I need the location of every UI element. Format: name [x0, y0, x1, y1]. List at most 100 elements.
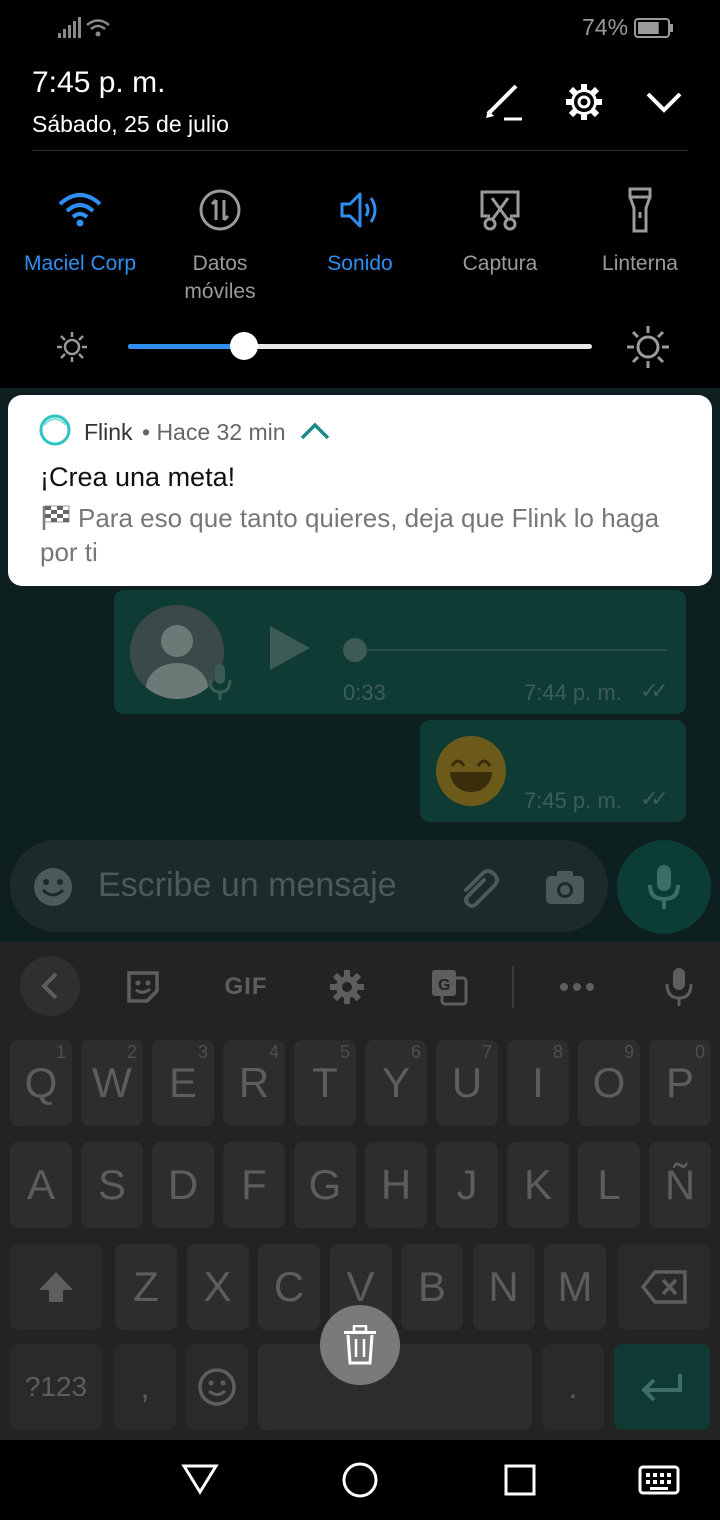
- key-b[interactable]: B: [401, 1244, 463, 1330]
- gif-button[interactable]: GIF: [218, 964, 274, 1010]
- signal-wifi-status-icon: [58, 17, 110, 38]
- more-options-button[interactable]: [552, 964, 602, 1010]
- emoji-icon[interactable]: [32, 866, 74, 908]
- chevron-up-icon[interactable]: [298, 421, 332, 441]
- brightness-low-icon: [57, 332, 87, 362]
- home-circle-icon[interactable]: [340, 1460, 380, 1500]
- voice-typing-button[interactable]: [654, 964, 704, 1010]
- edit-icon[interactable]: [484, 82, 524, 122]
- tile-label: Sonido: [327, 252, 393, 275]
- key-l[interactable]: L: [578, 1142, 640, 1228]
- key-hint-number: 1: [55, 1042, 66, 1062]
- enter-key[interactable]: [614, 1344, 710, 1430]
- shade-divider: [32, 150, 688, 151]
- trash-icon: [344, 1325, 376, 1365]
- key-a[interactable]: A: [10, 1142, 72, 1228]
- period-key[interactable]: .: [542, 1344, 604, 1430]
- key-x[interactable]: X: [186, 1244, 249, 1330]
- translate-button[interactable]: G: [424, 964, 474, 1010]
- navigation-bar: [0, 1440, 720, 1520]
- key-q[interactable]: Q1: [10, 1040, 72, 1126]
- key-e[interactable]: E3: [152, 1040, 214, 1126]
- record-voice-button[interactable]: [617, 840, 711, 934]
- more-dots-icon: [560, 983, 594, 991]
- voice-duration: 0:33: [343, 680, 386, 705]
- key-d[interactable]: D: [152, 1142, 214, 1228]
- shift-arrow-icon: [39, 1272, 73, 1302]
- key-z[interactable]: Z: [115, 1244, 177, 1330]
- key-h[interactable]: H: [365, 1142, 427, 1228]
- mic-icon: [208, 664, 232, 700]
- backspace-key[interactable]: [618, 1244, 710, 1330]
- translate-icon: G: [432, 970, 468, 1006]
- key-k[interactable]: K: [507, 1142, 569, 1228]
- audio-seek-thumb[interactable]: [343, 638, 367, 662]
- key-j[interactable]: J: [436, 1142, 498, 1228]
- camera-icon[interactable]: [542, 864, 588, 910]
- voice-timestamp: 7:44 p. m.: [524, 680, 622, 705]
- keyboard-switch-icon[interactable]: [638, 1460, 680, 1500]
- audio-seek-track[interactable]: [367, 649, 667, 651]
- key-label: Y: [381, 1059, 410, 1106]
- key-ñ[interactable]: Ñ: [649, 1142, 711, 1228]
- symbols-key[interactable]: ?123: [10, 1344, 102, 1430]
- tile-screenshot[interactable]: Captura: [430, 186, 570, 278]
- tile-wifi[interactable]: Maciel Corp: [10, 186, 150, 278]
- key-label: E: [168, 1059, 197, 1106]
- tile-flashlight[interactable]: Linterna: [570, 186, 710, 278]
- key-t[interactable]: T5: [294, 1040, 356, 1126]
- shift-key[interactable]: [10, 1244, 102, 1330]
- key-r[interactable]: R4: [223, 1040, 285, 1126]
- brightness-slider[interactable]: [128, 332, 592, 360]
- flink-app-icon: [39, 414, 71, 446]
- key-p[interactable]: P0: [649, 1040, 711, 1126]
- key-o[interactable]: O9: [578, 1040, 640, 1126]
- expand-icon[interactable]: [644, 82, 684, 122]
- notification-body: Para eso que tanto quieres, deja que Fli…: [40, 501, 680, 569]
- tile-label: Linterna: [602, 252, 678, 275]
- sticker-button[interactable]: [118, 964, 168, 1010]
- key-f[interactable]: F: [223, 1142, 285, 1228]
- keyboard-settings-button[interactable]: [322, 964, 372, 1010]
- screenshot-icon: [480, 190, 520, 231]
- play-icon[interactable]: [268, 624, 312, 672]
- key-hint-number: 2: [126, 1042, 137, 1062]
- key-w[interactable]: W2: [81, 1040, 143, 1126]
- key-g[interactable]: G: [294, 1142, 356, 1228]
- back-triangle-icon[interactable]: [180, 1460, 220, 1500]
- settings-icon[interactable]: [564, 82, 604, 122]
- message-input[interactable]: Escribe un mensaje: [98, 866, 397, 905]
- brightness-thumb[interactable]: [230, 332, 258, 360]
- key-i[interactable]: I8: [507, 1040, 569, 1126]
- key-c[interactable]: C: [258, 1244, 320, 1330]
- key-n[interactable]: N: [472, 1244, 535, 1330]
- gif-label: GIF: [224, 973, 268, 1000]
- read-checks-icon: ✓✓: [640, 678, 669, 703]
- key-label: O: [592, 1059, 626, 1106]
- attach-icon[interactable]: [456, 864, 502, 910]
- notification-time: • Hace 32 min: [142, 419, 286, 445]
- recents-square-icon[interactable]: [500, 1460, 540, 1500]
- key-y[interactable]: Y6: [365, 1040, 427, 1126]
- key-hint-number: 9: [623, 1042, 634, 1062]
- key-u[interactable]: U7: [436, 1040, 498, 1126]
- key-label: I: [532, 1059, 544, 1106]
- delete-notification-button[interactable]: [320, 1305, 400, 1385]
- key-m[interactable]: M: [544, 1244, 606, 1330]
- mobile-data-icon: [199, 189, 241, 231]
- tile-mobile-data[interactable]: Datos móviles: [150, 186, 290, 306]
- notification-app-name: Flink: [84, 419, 133, 445]
- flink-notification[interactable]: Flink • Hace 32 min ¡Crea una meta! Para…: [8, 395, 712, 586]
- key-hint-number: 4: [268, 1042, 279, 1062]
- key-label: U: [451, 1059, 483, 1106]
- tile-label: Maciel Corp: [23, 252, 137, 275]
- tile-label: Captura: [462, 252, 538, 275]
- message-composer[interactable]: Escribe un mensaje: [10, 840, 608, 932]
- emoji-timestamp: 7:45 p. m.: [524, 788, 622, 813]
- key-s[interactable]: S: [81, 1142, 143, 1228]
- flashlight-icon: [628, 187, 652, 233]
- tile-label: Datos móviles: [184, 252, 256, 303]
- comma-key[interactable]: ,: [114, 1344, 176, 1430]
- tile-sound[interactable]: Sonido: [290, 186, 430, 278]
- emoji-key[interactable]: [186, 1344, 248, 1430]
